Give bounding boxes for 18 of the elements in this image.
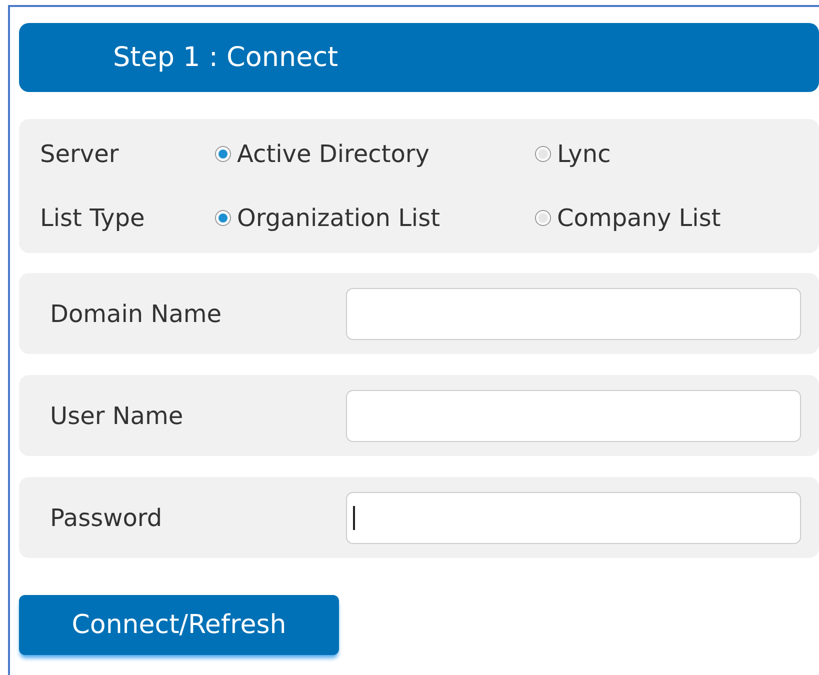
- radio-option[interactable]: Active Directory: [215, 140, 535, 168]
- input-field[interactable]: [346, 288, 801, 340]
- radio-icon[interactable]: [535, 146, 551, 162]
- field-label: User Name: [50, 402, 184, 430]
- input-field[interactable]: [346, 492, 801, 544]
- option-label: List Type: [40, 204, 146, 232]
- connect-refresh-button[interactable]: Connect/Refresh: [19, 595, 339, 655]
- option-label: Server: [40, 140, 120, 168]
- radio-icon[interactable]: [535, 210, 551, 226]
- radio-icon[interactable]: [215, 210, 231, 226]
- input-field[interactable]: [346, 390, 801, 442]
- step-header: Step 1 : Connect: [19, 23, 819, 92]
- field-label: Domain Name: [50, 300, 223, 328]
- radio-option[interactable]: Organization List: [215, 204, 535, 232]
- radio-option[interactable]: Company List: [535, 204, 819, 232]
- field-label: Password: [50, 504, 164, 532]
- radio-icon[interactable]: [215, 146, 231, 162]
- radio-option[interactable]: Lync: [535, 140, 819, 168]
